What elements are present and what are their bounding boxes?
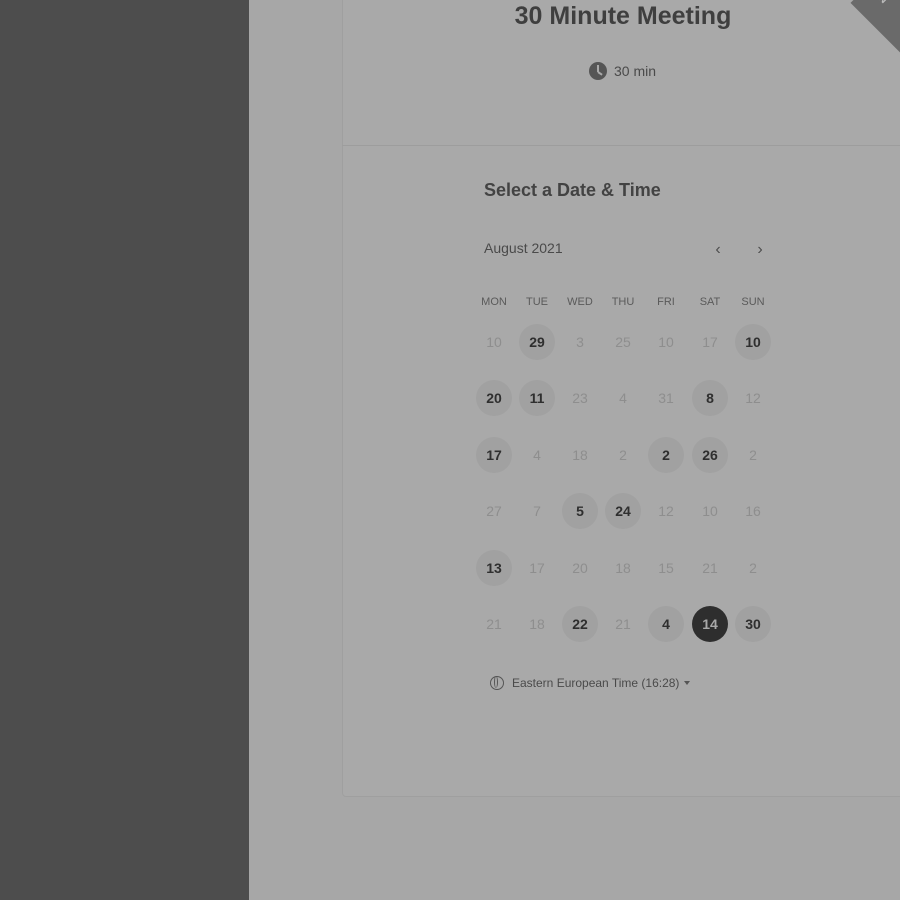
calendar-day-available[interactable]: 29 <box>519 324 555 360</box>
calendar-day: 21 <box>615 616 631 632</box>
calendar-day: 31 <box>658 390 674 406</box>
calendar-day-available[interactable]: 30 <box>735 606 771 642</box>
left-overlay-panel <box>0 0 249 900</box>
clock-icon <box>589 62 607 80</box>
chevron-left-icon: ‹ <box>715 241 721 258</box>
chevron-right-icon: › <box>757 241 763 258</box>
calendar-day-available[interactable]: 4 <box>648 606 684 642</box>
weekday-label: WED <box>567 296 593 308</box>
weekday-label: TUE <box>526 296 548 308</box>
event-duration: 30 min <box>589 60 656 82</box>
calendar-day-available[interactable]: 10 <box>735 324 771 360</box>
calendar-day: 17 <box>702 334 718 350</box>
weekday-label: SAT <box>699 296 721 308</box>
calendar-day: 4 <box>619 390 627 406</box>
caret-down-icon <box>684 681 691 685</box>
calendar-day: 12 <box>658 503 674 519</box>
calendar-day: 23 <box>572 390 588 406</box>
calendar-day: 21 <box>486 616 502 632</box>
calendar-day: 21 <box>702 560 718 576</box>
calendar-day-available[interactable]: 2 <box>648 437 684 473</box>
calendar-day-available[interactable]: 13 <box>476 550 512 586</box>
calendar-day: 17 <box>529 560 545 576</box>
weekday-label: MON <box>481 296 507 308</box>
calendar-day: 16 <box>745 503 761 519</box>
duration-label: 30 min <box>614 63 657 79</box>
calendar-day: 2 <box>619 447 627 463</box>
calendar-day-available[interactable]: 5 <box>562 493 598 529</box>
timezone-label: Eastern European Time (16:28) <box>512 676 680 690</box>
calendar-day-available[interactable]: 8 <box>692 380 728 416</box>
calendar-day: 10 <box>486 334 502 350</box>
calendar-day: 27 <box>486 503 502 519</box>
calendar-day-available[interactable]: 24 <box>605 493 641 529</box>
calendar-day: 18 <box>529 616 545 632</box>
timezone-selector[interactable]: Eastern European Time (16:28) <box>490 673 691 693</box>
calendar-day-available[interactable]: 22 <box>562 606 598 642</box>
calendar-day-available[interactable]: 20 <box>476 380 512 416</box>
calendar-day: 10 <box>702 503 718 519</box>
next-month-button[interactable]: › <box>749 238 771 262</box>
calendar-day-available[interactable]: 11 <box>519 380 555 416</box>
calendar-day-selected[interactable]: 14 <box>692 606 728 642</box>
previous-month-button[interactable]: ‹ <box>707 238 729 262</box>
calendar-day: 15 <box>658 560 674 576</box>
calendar-day: 2 <box>749 447 757 463</box>
month-label: August 2021 <box>484 240 563 256</box>
calendar-day: 7 <box>533 503 541 519</box>
calendar-day-available[interactable]: 26 <box>692 437 728 473</box>
globe-icon <box>490 676 504 690</box>
calendar-day: 20 <box>572 560 588 576</box>
calendar-day-available[interactable]: 17 <box>476 437 512 473</box>
calendar-day: 12 <box>745 390 761 406</box>
calendar-day: 10 <box>658 334 674 350</box>
calendar-day: 2 <box>749 560 757 576</box>
calendar-day: 18 <box>572 447 588 463</box>
weekday-label: FRI <box>657 296 675 308</box>
weekday-label: THU <box>611 296 635 308</box>
select-date-time-title: Select a Date & Time <box>484 180 661 200</box>
weekday-label: SUN <box>741 296 765 308</box>
calendar-day: 18 <box>615 560 631 576</box>
calendar-day: 4 <box>533 447 541 463</box>
calendar-day: 3 <box>576 334 584 350</box>
calendar-day: 25 <box>615 334 631 350</box>
event-title: 30 Minute Meeting <box>514 2 732 30</box>
card-divider <box>342 145 900 146</box>
